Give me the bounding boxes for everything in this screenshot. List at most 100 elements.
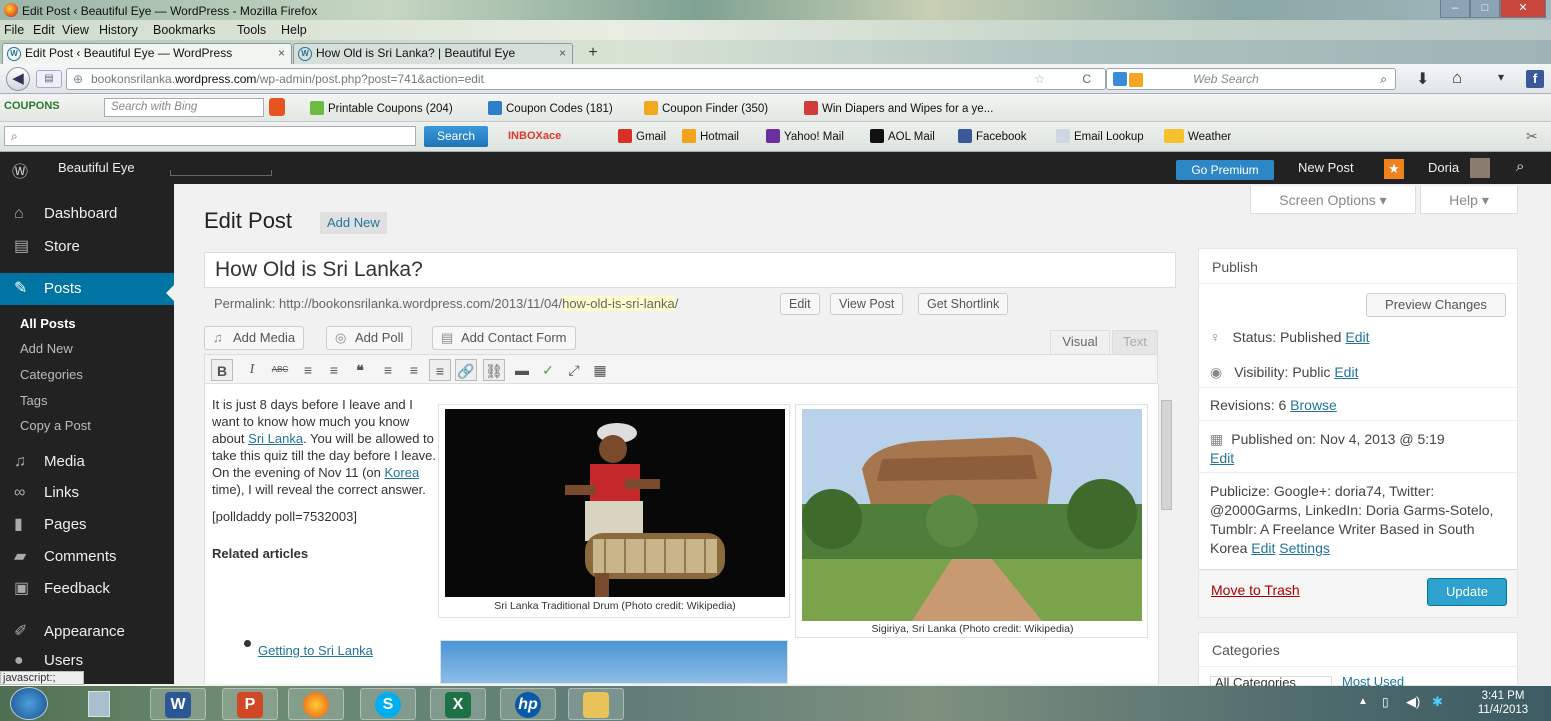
- back-button[interactable]: ◀: [6, 67, 30, 91]
- notifications-star-icon[interactable]: ★: [1384, 159, 1404, 179]
- image-caption-block-drum[interactable]: Sri Lanka Traditional Drum (Photo credit…: [438, 404, 790, 618]
- sidebar-sub-copy-post[interactable]: Copy a Post: [0, 418, 174, 433]
- dancer-drum-photo[interactable]: [445, 409, 785, 597]
- tools-icon[interactable]: ✂: [1526, 128, 1538, 145]
- tab-how-old[interactable]: W How Old is Sri Lanka? | Beautiful Eye …: [293, 43, 573, 64]
- new-post-link[interactable]: New Post: [1298, 160, 1354, 175]
- taskbar-excel[interactable]: X: [430, 688, 486, 720]
- coupons-menu[interactable]: COUPONS: [4, 100, 60, 112]
- image-caption-block-sigiriya[interactable]: Sigiriya, Sri Lanka (Photo credit: Wikip…: [795, 404, 1148, 638]
- battery-icon[interactable]: ▯: [1382, 695, 1389, 709]
- edit-permalink-button[interactable]: Edit: [780, 293, 820, 315]
- taskbar-firefox[interactable]: [288, 688, 344, 720]
- strikethrough-button[interactable]: ABC: [269, 359, 291, 381]
- inboxace-logo[interactable]: INBOXace: [508, 130, 561, 142]
- toolbar-toggle-button[interactable]: ▦: [589, 359, 611, 381]
- hotmail-link[interactable]: Hotmail: [682, 129, 739, 143]
- taskbar-hp[interactable]: hp: [500, 688, 556, 720]
- chevron-down-icon[interactable]: ▾: [1498, 70, 1504, 84]
- yahoo-mail-link[interactable]: Yahoo! Mail: [766, 129, 844, 143]
- go-premium-button[interactable]: Go Premium: [1176, 160, 1274, 180]
- sidebar-sub-all-posts[interactable]: All Posts: [0, 316, 174, 331]
- tab-text[interactable]: Text: [1112, 330, 1158, 354]
- sidebar-item-links[interactable]: ∞ Links: [0, 477, 174, 509]
- menu-tools[interactable]: Tools: [237, 23, 266, 37]
- get-shortlink-button[interactable]: Get Shortlink: [918, 293, 1009, 315]
- align-left-button[interactable]: ≡: [377, 359, 399, 381]
- wordpress-logo-icon[interactable]: Ⓦ: [12, 158, 28, 182]
- sidebar-item-users[interactable]: ● Users: [0, 647, 174, 671]
- menu-bookmarks[interactable]: Bookmarks: [153, 23, 216, 37]
- minimize-button[interactable]: –: [1440, 0, 1470, 18]
- facebook-link[interactable]: Facebook: [958, 129, 1027, 143]
- tab-visual[interactable]: Visual: [1050, 330, 1110, 354]
- help-button[interactable]: Help ▾: [1420, 186, 1518, 214]
- align-right-button[interactable]: ≡: [429, 359, 451, 381]
- history-menu-icon[interactable]: ▤: [36, 70, 62, 88]
- sidebar-item-dashboard[interactable]: ⌂ Dashboard: [0, 198, 174, 230]
- tab-edit-post[interactable]: W Edit Post ‹ Beautiful Eye — WordPress …: [2, 43, 292, 64]
- scrollbar-thumb[interactable]: [1161, 400, 1172, 510]
- add-media-button[interactable]: ♫ Add Media: [204, 326, 305, 350]
- start-button[interactable]: [10, 687, 48, 720]
- taskbar-powerpoint[interactable]: P: [222, 688, 278, 720]
- user-name[interactable]: Doria: [1428, 160, 1459, 175]
- move-to-trash-link[interactable]: Move to Trash: [1211, 582, 1300, 598]
- menu-edit[interactable]: Edit: [33, 23, 55, 37]
- menu-history[interactable]: History: [99, 23, 138, 37]
- update-button[interactable]: Update: [1427, 578, 1507, 606]
- gmail-link[interactable]: Gmail: [618, 129, 666, 143]
- menu-view[interactable]: View: [62, 23, 89, 37]
- spellcheck-button[interactable]: ✓: [537, 359, 559, 381]
- fullscreen-button[interactable]: ⤢: [563, 359, 585, 381]
- bullet-list-button[interactable]: ≡: [297, 359, 319, 381]
- sidebar-item-comments[interactable]: ▰ Comments: [0, 541, 174, 573]
- sky-photo[interactable]: [440, 640, 788, 684]
- publicize-settings-link[interactable]: Settings: [1279, 540, 1330, 556]
- insert-more-button[interactable]: ▬: [511, 359, 533, 381]
- toolbar-search-input[interactable]: ⌕: [4, 126, 416, 146]
- add-contact-form-button[interactable]: ▤ Add Contact Form: [432, 326, 576, 350]
- coupons-app-icon[interactable]: [269, 98, 285, 116]
- home-icon[interactable]: ⌂: [1452, 68, 1462, 88]
- add-poll-button[interactable]: ◎ Add Poll: [326, 326, 413, 350]
- sidebar-item-feedback[interactable]: ▣ Feedback: [0, 573, 174, 605]
- view-post-button[interactable]: View Post: [830, 293, 904, 315]
- search-engine-icon[interactable]: [1113, 72, 1127, 86]
- edit-visibility-link[interactable]: Edit: [1334, 364, 1358, 380]
- tab-close-icon[interactable]: ×: [559, 44, 566, 63]
- bold-button[interactable]: B: [211, 359, 233, 381]
- edit-date-link[interactable]: Edit: [1210, 450, 1234, 466]
- preview-changes-button[interactable]: Preview Changes: [1366, 293, 1506, 317]
- sidebar-item-pages[interactable]: ▮ Pages: [0, 509, 174, 541]
- insert-link-button[interactable]: 🔗: [455, 359, 477, 381]
- user-avatar[interactable]: [1470, 158, 1490, 178]
- menu-file[interactable]: File: [4, 23, 24, 37]
- facebook-icon[interactable]: f: [1526, 70, 1544, 88]
- taskbar-skype[interactable]: S: [360, 688, 416, 720]
- bookmark-star-icon[interactable]: ☆: [1034, 69, 1045, 89]
- edit-publicize-link[interactable]: Edit: [1251, 540, 1275, 556]
- bing-search-input[interactable]: Search with Bing: [104, 98, 264, 117]
- unlink-button[interactable]: ⛓: [483, 359, 505, 381]
- site-name-link[interactable]: Beautiful Eye: [58, 160, 135, 175]
- weather-link[interactable]: Weather: [1164, 129, 1231, 143]
- editor-scrollbar[interactable]: [1158, 384, 1174, 684]
- search-icon[interactable]: ⌕: [1516, 158, 1524, 175]
- email-lookup-link[interactable]: Email Lookup: [1056, 129, 1144, 143]
- korea-link[interactable]: Korea: [384, 465, 419, 480]
- sigiriya-photo[interactable]: [802, 409, 1142, 621]
- sidebar-sub-tags[interactable]: Tags: [0, 393, 174, 408]
- post-title-input[interactable]: How Old is Sri Lanka?: [204, 252, 1176, 288]
- volume-icon[interactable]: ◀): [1406, 694, 1420, 710]
- coupon-finder-link[interactable]: Coupon Finder (350): [644, 101, 768, 115]
- search-icon[interactable]: ⌕: [1380, 69, 1387, 89]
- related-article-link[interactable]: Getting to Sri Lanka: [258, 643, 373, 658]
- tab-close-icon[interactable]: ×: [278, 44, 285, 63]
- new-tab-button[interactable]: +: [580, 44, 606, 64]
- blockquote-button[interactable]: ❝: [349, 359, 371, 381]
- permalink-slug[interactable]: how-old-is-sri-lanka: [562, 296, 675, 311]
- sidebar-sub-categories[interactable]: Categories: [0, 367, 174, 382]
- sidebar-item-posts[interactable]: ✎ Posts: [0, 273, 174, 305]
- browse-revisions-link[interactable]: Browse: [1290, 397, 1337, 413]
